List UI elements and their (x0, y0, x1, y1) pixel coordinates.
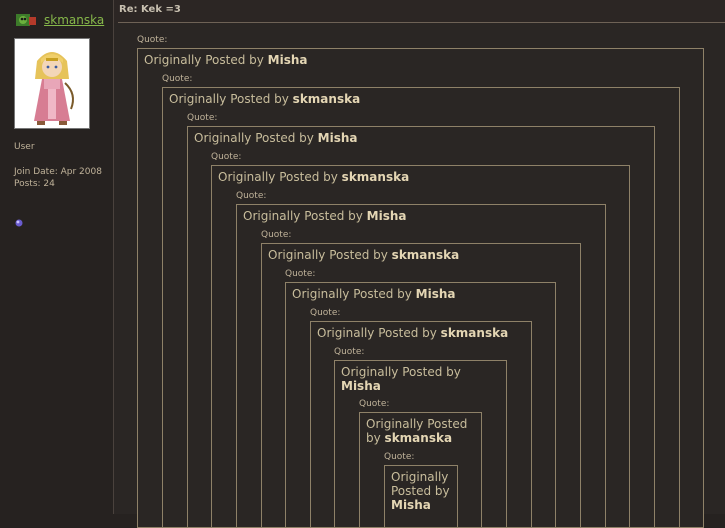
quote-label: Quote: (211, 152, 242, 162)
quote-author: skmanska (384, 431, 453, 445)
quote-label: Quote: (334, 347, 365, 357)
quote-label: Quote: (359, 399, 390, 409)
post-body: Quote: Originally Posted by Misha Quote: Or… (114, 23, 725, 528)
quote-attribution: Originally Posted by Misha (292, 287, 551, 301)
quote-author: skmanska (391, 248, 460, 262)
quote-prefix: Originally Posted by (169, 92, 293, 106)
post-title: Re: Kek =3 (119, 4, 181, 15)
quote-prefix: Originally Posted by (144, 53, 268, 67)
avatar (14, 38, 90, 129)
user-row: skmanska (14, 11, 104, 29)
username-link[interactable]: skmanska (44, 13, 104, 27)
quote-author: Misha (415, 287, 456, 301)
quote-label: Quote: (384, 452, 415, 462)
quote-author: skmanska (440, 326, 509, 340)
quote-attribution: Originally Posted by skmanska (366, 417, 477, 445)
quote-attribution: Originally Posted by skmanska (317, 326, 527, 340)
user-meta: Join Date: Apr 2008 Posts: 24 (14, 166, 110, 190)
quote-attribution: Originally Posted by Misha (144, 53, 699, 67)
quote-author: skmanska (341, 170, 410, 184)
quote-author: Misha (391, 498, 431, 512)
quote-author: skmanska (292, 92, 361, 106)
quote-label: Quote: (187, 113, 218, 123)
quote-attribution: Originally Posted by Misha (194, 131, 650, 145)
quote-label: Quote: (162, 74, 193, 84)
join-date: Join Date: Apr 2008 (14, 167, 102, 177)
quote-prefix: Originally Posted by (341, 365, 461, 379)
user-status-icon (14, 11, 38, 29)
quote-label: Quote: (285, 269, 316, 279)
user-sidebar: skmanska User Join Date: Apr 2008 Posts:… (0, 0, 114, 514)
quote-author: Misha (366, 209, 407, 223)
online-status-icon (14, 213, 24, 227)
quote-author: Misha (267, 53, 308, 67)
quote-attribution: Originally Posted by skmanska (169, 92, 675, 106)
quote-label: Quote: (236, 191, 267, 201)
quote-attribution: Originally Posted by skmanska (218, 170, 625, 184)
quote-label: Quote: (137, 35, 168, 45)
quote-author: Misha (341, 379, 381, 393)
quote-prefix: Originally Posted by (194, 131, 318, 145)
quote-prefix: Originally Posted by (218, 170, 342, 184)
quote-attribution: Originally Posted by Misha (341, 365, 502, 393)
quote-prefix: Originally Posted by (317, 326, 441, 340)
quote-prefix: Originally Posted by (243, 209, 367, 223)
post-count: Posts: 24 (14, 179, 55, 189)
quote-prefix: Originally Posted by (292, 287, 416, 301)
quote-prefix: Originally Posted by (268, 248, 392, 262)
quote-label: Quote: (261, 230, 292, 240)
quote-attribution: Originally Posted by Misha (243, 209, 601, 223)
quote-attribution: Originally Posted by skmanska (268, 248, 576, 262)
quote-attribution: Originally Posted by Misha (391, 470, 453, 512)
quote-author: Misha (317, 131, 358, 145)
post-main: Re: Kek =3 Quote: Originally Posted by Mi… (114, 0, 725, 528)
quote-prefix: Originally Posted by (391, 470, 450, 498)
user-rank: User (14, 142, 35, 152)
quote-box: Originally Posted by Misha (384, 465, 458, 528)
quote-label: Quote: (310, 308, 341, 318)
